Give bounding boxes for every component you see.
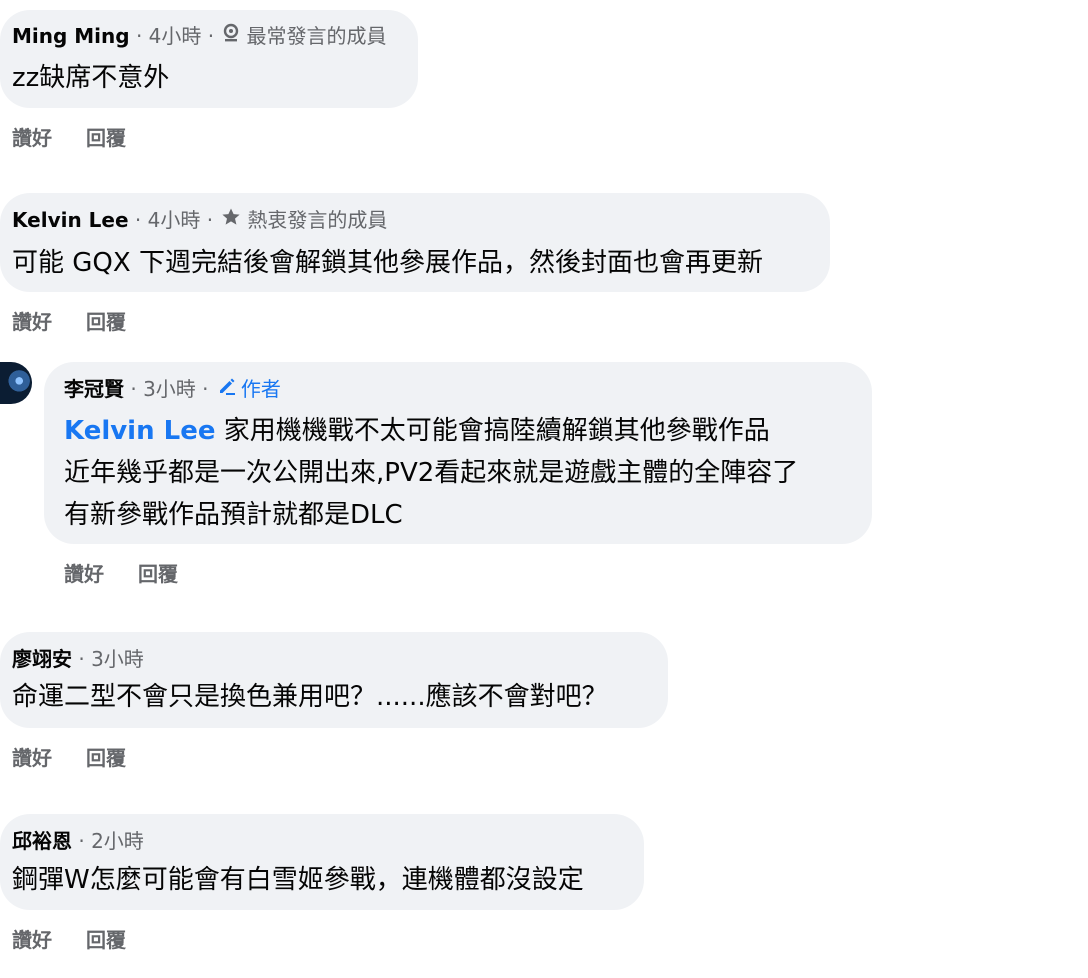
commenter-name[interactable]: 廖翊安 [12, 646, 72, 672]
comment-text: zz缺席不意外 [12, 63, 170, 93]
comment-time[interactable]: 3小時 [91, 646, 144, 672]
separator: · [72, 829, 92, 853]
comment-actions: 讚好 回覆 [12, 924, 160, 953]
comment-line: 有新參戰作品預計就都是DLC [64, 500, 403, 530]
star-icon [221, 207, 241, 233]
comment-actions: 讚好 回覆 [12, 122, 160, 151]
comment-time[interactable]: 4小時 [149, 23, 202, 49]
pencil-icon [217, 376, 237, 402]
separator: · [200, 208, 220, 232]
comment-text: 可能 GQX 下週完結後會解鎖其他參展作品，然後封面也會再更新 [12, 248, 763, 278]
comment-text: 鋼彈W怎麼可能會有白雪姬參戰，連機體都沒設定 [12, 865, 584, 895]
comment-time[interactable]: 3小時 [143, 376, 196, 402]
reply-button[interactable]: 回覆 [86, 924, 126, 953]
comment-meta: 李冠賢 · 3小時 · 作者 [64, 376, 281, 402]
comment-meta: 廖翊安 · 3小時 [12, 646, 144, 672]
badge-icon [222, 23, 240, 49]
member-badge: 最常發言的成員 [246, 24, 387, 48]
comment-time[interactable]: 4小時 [148, 207, 201, 233]
reply-button[interactable]: 回覆 [86, 306, 126, 335]
separator: · [129, 24, 149, 48]
separator: · [124, 377, 144, 401]
comment-meta: Kelvin Lee · 4小時 · 熱衷發言的成員 [12, 207, 387, 233]
author-label: 作者 [240, 377, 281, 401]
comment-actions: 讚好 回覆 [64, 558, 212, 587]
separator: · [195, 377, 215, 401]
comment-text: 命運二型不會只是換色兼用吧？......應該不會對吧？ [12, 682, 608, 712]
author-badge: 作者 [215, 376, 281, 402]
member-badge: 熱衷發言的成員 [247, 208, 388, 232]
comment-line: 近年幾乎都是一次公開出來,PV2看起來就是遊戲主體的全陣容了 [64, 458, 799, 488]
comment-actions: 讚好 回覆 [12, 306, 160, 335]
commenter-name[interactable]: Kelvin Lee [12, 207, 129, 233]
avatar[interactable] [0, 362, 32, 404]
commenter-name[interactable]: 李冠賢 [64, 376, 124, 402]
like-button[interactable]: 讚好 [12, 742, 52, 771]
reply-button[interactable]: 回覆 [86, 742, 126, 771]
comment-meta: Ming Ming · 4小時 · 最常發言的成員 [12, 23, 386, 49]
like-button[interactable]: 讚好 [64, 558, 104, 587]
mention-link[interactable]: Kelvin Lee [64, 416, 216, 446]
comment-meta: 邱裕恩 · 2小時 [12, 828, 144, 854]
comment-actions: 讚好 回覆 [12, 742, 160, 771]
comment-text: Kelvin Lee 家用機機戰不太可能會搞陸續解鎖其他參戰作品 近年幾乎都是一… [64, 410, 798, 536]
comment-line: Kelvin Lee 家用機機戰不太可能會搞陸續解鎖其他參戰作品 [64, 410, 798, 452]
reply-button[interactable]: 回覆 [86, 122, 126, 151]
commenter-name[interactable]: Ming Ming [12, 23, 130, 49]
commenter-name[interactable]: 邱裕恩 [12, 828, 72, 854]
comment-time[interactable]: 2小時 [91, 828, 144, 854]
like-button[interactable]: 讚好 [12, 924, 52, 953]
comment-line-text: 家用機機戰不太可能會搞陸續解鎖其他參戰作品 [223, 416, 770, 446]
separator: · [201, 24, 221, 48]
like-button[interactable]: 讚好 [12, 122, 52, 151]
like-button[interactable]: 讚好 [12, 306, 52, 335]
reply-button[interactable]: 回覆 [138, 558, 178, 587]
separator: · [128, 208, 148, 232]
separator: · [72, 647, 92, 671]
